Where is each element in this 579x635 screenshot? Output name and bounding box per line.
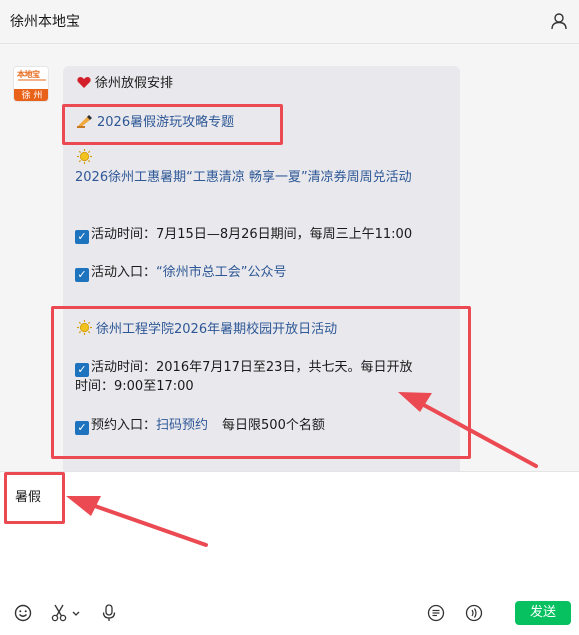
activity-1-entry: ✓ 活动入口：“徐州市总工会”公众号 — [75, 263, 287, 282]
chat-title: 徐州本地宝 — [10, 14, 80, 30]
chat-history-icon[interactable] — [426, 603, 446, 623]
voice-call-icon[interactable] — [464, 603, 484, 623]
heart-icon — [77, 76, 91, 95]
avatar-city-label: 徐 州 — [14, 89, 48, 101]
annotation-box-topic — [62, 104, 283, 145]
scissors-icon[interactable] — [49, 603, 69, 623]
activity-1-time: ✓ 活动时间：7月15日—8月26日期间，每周三上午11:00 — [75, 225, 412, 244]
chevron-down-icon[interactable] — [70, 603, 82, 623]
emoji-icon[interactable] — [13, 603, 33, 623]
sun-icon — [77, 149, 92, 170]
checkbox-icon: ✓ — [75, 268, 89, 282]
activity-1-link[interactable]: 2026徐州工惠暑期“工惠清凉 畅享一夏”清凉券周周兑活动 — [75, 168, 412, 187]
official-account-link[interactable]: “徐州市总工会”公众号 — [156, 265, 286, 280]
send-button[interactable]: 发送 — [515, 601, 571, 625]
message-input-area[interactable]: 暑假 发送 — [0, 471, 579, 635]
annotation-box-campus — [51, 306, 471, 459]
chat-header: 徐州本地宝 — [0, 0, 579, 44]
microphone-icon[interactable] — [99, 603, 119, 623]
avatar[interactable]: 本地宝 徐 州 — [13, 66, 49, 102]
annotation-box-input — [4, 472, 65, 524]
checkbox-icon: ✓ — [75, 230, 89, 244]
sun-icon-row-1 — [77, 149, 96, 170]
message-line-holiday: 徐州放假安排 — [77, 74, 173, 95]
user-icon[interactable] — [549, 11, 569, 31]
